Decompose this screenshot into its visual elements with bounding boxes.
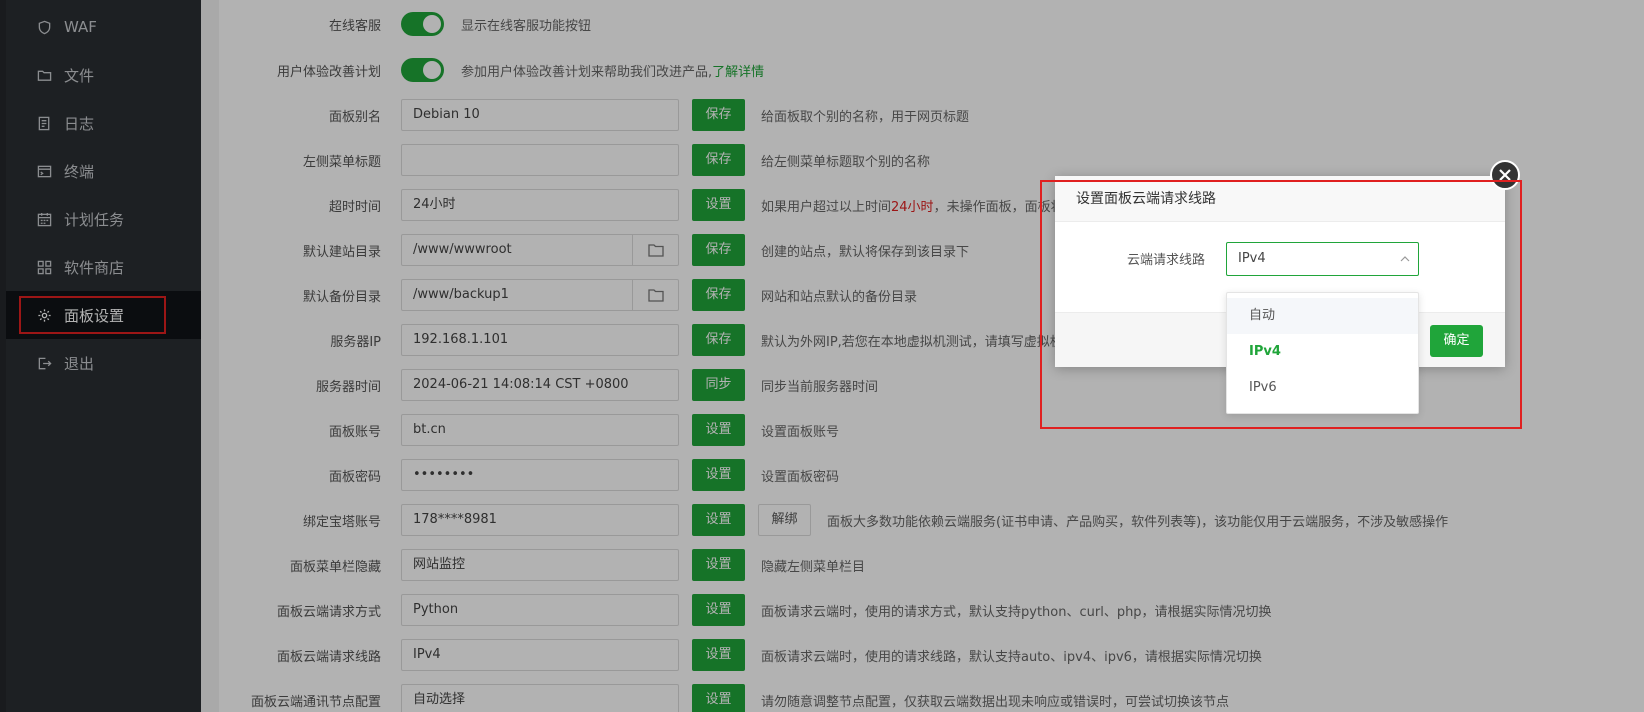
dialog-highlight-box xyxy=(1040,180,1522,429)
